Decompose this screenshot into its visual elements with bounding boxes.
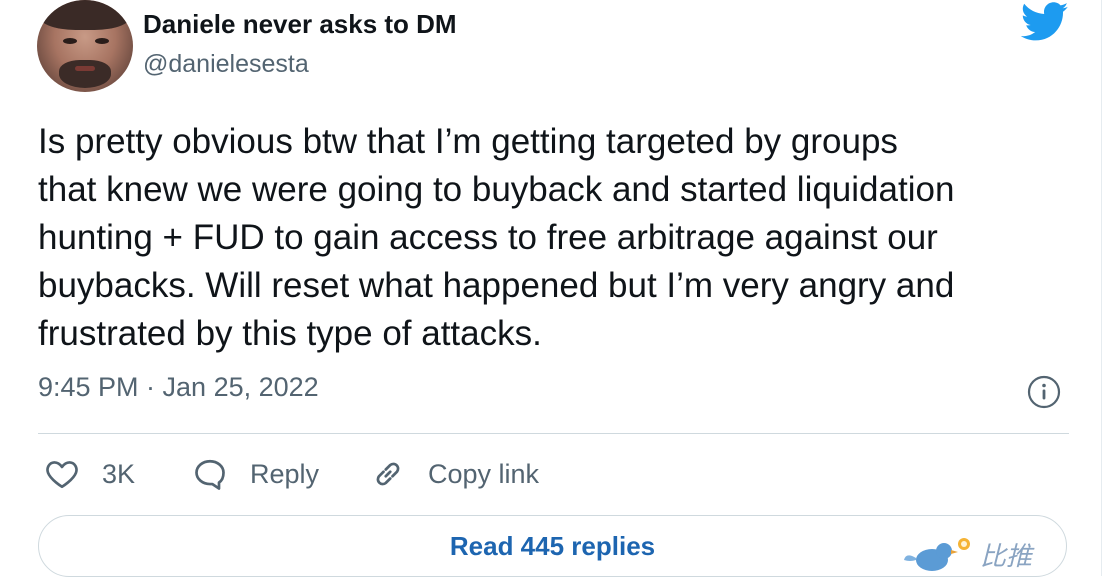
avatar-eye — [95, 38, 109, 44]
copy-link-button[interactable]: Copy link — [370, 452, 539, 496]
author-display-name[interactable]: Daniele never asks to DM — [143, 9, 457, 40]
tweet-line: frustrated by this type of attacks. — [38, 314, 542, 353]
tweet-text: Is pretty obvious btw that I’m getting t… — [38, 118, 1078, 358]
link-icon — [376, 462, 400, 486]
bird-logo-icon — [904, 538, 970, 571]
reply-label: Reply — [250, 458, 320, 489]
divider — [38, 433, 1069, 434]
tweet-line: that knew we were going to buyback and s… — [38, 170, 955, 209]
watermark: 比推 — [904, 534, 1104, 576]
reply-bubble-icon — [195, 459, 225, 490]
tweet-line: hunting + FUD to gain access to free arb… — [38, 218, 938, 257]
tweet-card: Daniele never asks to DM @danielesesta I… — [0, 0, 1106, 577]
tweet-line: buybacks. Will reset what happened but I… — [38, 266, 955, 305]
heart-icon — [46, 461, 78, 489]
card-border — [1101, 0, 1102, 576]
avatar-hair — [37, 0, 133, 30]
like-count: 3K — [102, 458, 136, 489]
avatar-eye — [63, 38, 77, 44]
info-icon[interactable] — [1027, 375, 1061, 409]
twitter-bird-icon[interactable] — [1020, 2, 1070, 42]
like-button[interactable]: 3K — [44, 452, 135, 496]
avatar-beard — [59, 60, 111, 88]
author-handle[interactable]: @danielesesta — [143, 50, 309, 79]
copy-link-label: Copy link — [428, 458, 540, 489]
watermark-text: 比推 — [980, 542, 1033, 572]
tweet-line: Is pretty obvious btw that I’m getting t… — [38, 122, 898, 161]
reply-button[interactable]: Reply — [192, 452, 319, 496]
tweet-timestamp[interactable]: 9:45 PM · Jan 25, 2022 — [38, 372, 319, 403]
avatar[interactable] — [37, 0, 133, 92]
avatar-mouth — [75, 66, 95, 71]
